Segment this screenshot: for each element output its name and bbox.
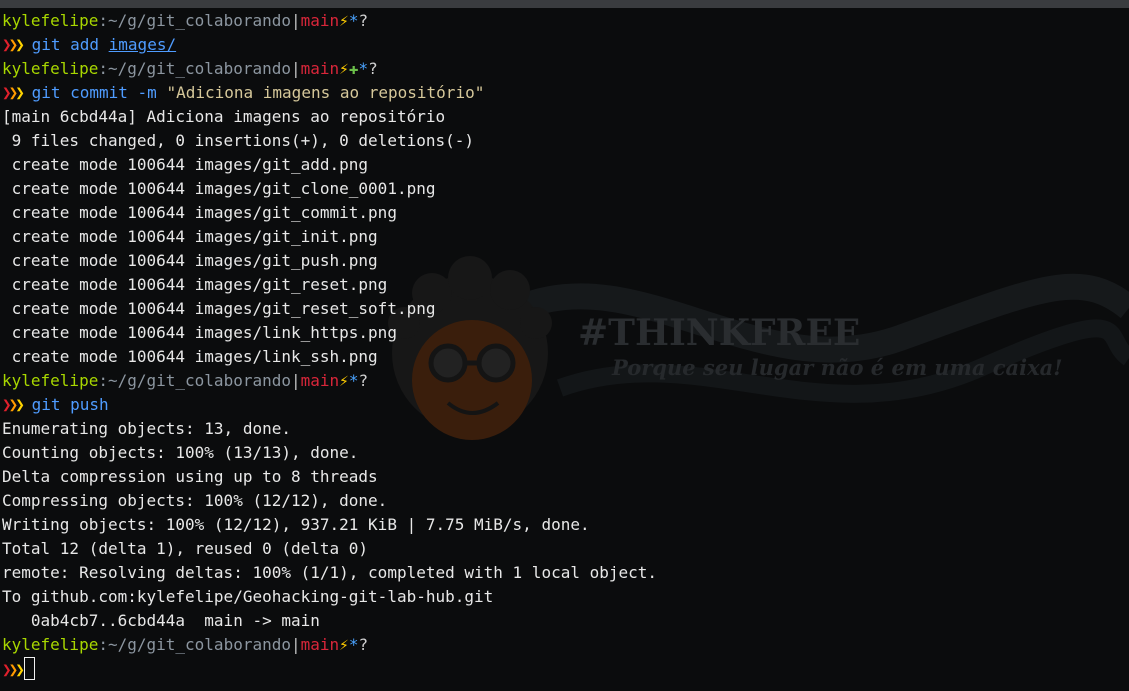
- output-line: create mode 100644 images/git_reset.png: [2, 275, 388, 294]
- command-line-add: ❯❯❯ git add images/: [2, 35, 177, 54]
- prompt-line: kylefelipe:~/g/git_colaborando|main⚡*?: [2, 11, 369, 30]
- prompt-user: kylefelipe: [2, 11, 99, 30]
- lightning-icon: ⚡: [339, 635, 349, 654]
- output-line: create mode 100644 images/git_init.png: [2, 227, 378, 246]
- prompt-arrows-icon: ❯❯❯: [2, 35, 25, 54]
- output-line: create mode 100644 images/link_https.png: [2, 323, 397, 342]
- lightning-icon: ⚡: [339, 371, 349, 390]
- prompt-branch: main: [300, 11, 340, 30]
- cursor[interactable]: [23, 657, 35, 680]
- star-icon: *: [348, 371, 359, 390]
- output-line: Delta compression using up to 8 threads: [2, 467, 378, 486]
- output-line: 9 files changed, 0 insertions(+), 0 dele…: [2, 131, 475, 150]
- output-line: create mode 100644 images/git_clone_0001…: [2, 179, 436, 198]
- prompt-line: kylefelipe:~/g/git_colaborando|main⚡*?: [2, 635, 369, 654]
- prompt-arrows-icon: ❯❯❯: [2, 395, 25, 414]
- output-line: create mode 100644 images/git_reset_soft…: [2, 299, 436, 318]
- prompt-path: ~/g/git_colaborando: [107, 11, 291, 30]
- output-line: create mode 100644 images/git_commit.png: [2, 203, 397, 222]
- terminal-window[interactable]: #THINKFREE Porque seu lugar não é em uma…: [0, 0, 1129, 691]
- output-line: remote: Resolving deltas: 100% (1/1), co…: [2, 563, 658, 582]
- command-line-push: ❯❯❯ git push: [2, 395, 109, 414]
- plus-icon: ✚: [348, 59, 359, 78]
- prompt-arrows-icon: ❯❯❯: [2, 660, 25, 679]
- terminal-output: kylefelipe:~/g/git_colaborando|main⚡*? ❯…: [2, 9, 1129, 681]
- star-icon: *: [358, 59, 369, 78]
- output-line: create mode 100644 images/git_push.png: [2, 251, 378, 270]
- output-line: [main 6cbd44a] Adiciona imagens ao repos…: [2, 107, 446, 126]
- prompt-line: kylefelipe:~/g/git_colaborando|main⚡✚*?: [2, 59, 378, 78]
- output-line: 0ab4cb7..6cbd44a main -> main: [2, 611, 320, 630]
- command-line-commit: ❯❯❯ git commit -m "Adiciona imagens ao r…: [2, 83, 485, 102]
- commit-message: "Adiciona imagens ao repositório": [166, 83, 485, 102]
- prompt-line: kylefelipe:~/g/git_colaborando|main⚡*?: [2, 371, 369, 390]
- star-icon: *: [348, 635, 359, 654]
- star-icon: *: [348, 11, 359, 30]
- output-line: Counting objects: 100% (13/13), done.: [2, 443, 359, 462]
- path-argument: images/: [108, 35, 177, 54]
- lightning-icon: ⚡: [339, 59, 349, 78]
- prompt-arrows-icon: ❯❯❯: [2, 83, 25, 102]
- output-line: Enumerating objects: 13, done.: [2, 419, 291, 438]
- output-line: Total 12 (delta 1), reused 0 (delta 0): [2, 539, 369, 558]
- lightning-icon: ⚡: [339, 11, 349, 30]
- output-line: Writing objects: 100% (12/12), 937.21 Ki…: [2, 515, 590, 534]
- output-line: create mode 100644 images/git_add.png: [2, 155, 369, 174]
- output-line: To github.com:kylefelipe/Geohacking-git-…: [2, 587, 494, 606]
- active-input-line[interactable]: ❯❯❯: [2, 657, 1129, 681]
- output-line: create mode 100644 images/link_ssh.png: [2, 347, 378, 366]
- output-line: Compressing objects: 100% (12/12), done.: [2, 491, 388, 510]
